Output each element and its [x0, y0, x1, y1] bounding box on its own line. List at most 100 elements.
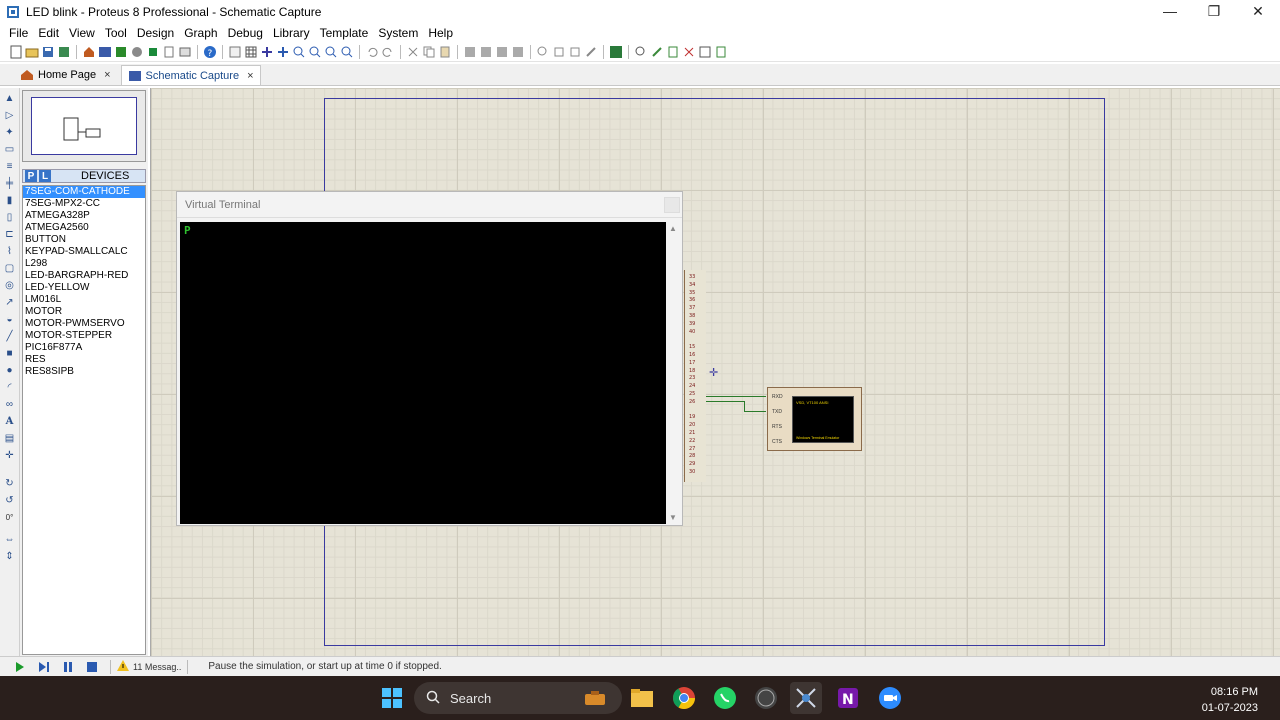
3d-view-icon[interactable]	[129, 44, 145, 60]
zoom-app-icon[interactable]	[874, 682, 906, 714]
tab-close-icon[interactable]: ×	[247, 70, 253, 82]
rotate-anticlockwise-icon[interactable]: ↺	[3, 493, 17, 507]
virtual-terminal-close-button[interactable]	[664, 197, 680, 213]
list-item[interactable]: PIC16F877A	[23, 342, 145, 354]
terminals-icon[interactable]: ▯	[3, 210, 17, 224]
junction-dot-icon[interactable]: ✦	[3, 125, 17, 139]
list-item[interactable]: LED-BARGRAPH-RED	[23, 270, 145, 282]
list-item[interactable]: RES	[23, 354, 145, 366]
grid-icon[interactable]	[243, 44, 259, 60]
zoom-area-icon[interactable]	[339, 44, 355, 60]
save-icon[interactable]	[40, 44, 56, 60]
text-icon[interactable]: A	[3, 414, 17, 428]
tab-schematic-capture[interactable]: Schematic Capture ×	[120, 65, 261, 85]
netlist-icon[interactable]	[697, 44, 713, 60]
virtual-terminal-window[interactable]: Virtual Terminal P ▲ ▼	[176, 191, 683, 526]
taskbar-clock[interactable]: 08:16 PM 01-07-2023	[1202, 684, 1258, 716]
schematic-icon[interactable]	[97, 44, 113, 60]
menu-graph[interactable]: Graph	[179, 26, 222, 40]
line-icon[interactable]: ╱	[3, 329, 17, 343]
undo-icon[interactable]	[364, 44, 380, 60]
zoom-in-icon[interactable]	[291, 44, 307, 60]
box-icon[interactable]: ■	[3, 346, 17, 360]
messages-count[interactable]: 11 Messag..	[133, 662, 181, 672]
selection-mode-icon[interactable]: ▲	[3, 91, 17, 105]
zoom-all-icon[interactable]	[323, 44, 339, 60]
mirror-x-icon[interactable]: ⇔	[3, 532, 17, 546]
rotate-clockwise-icon[interactable]: ↻	[3, 476, 17, 490]
wire-txd-end[interactable]	[744, 411, 766, 412]
windows-start-icon[interactable]	[376, 682, 408, 714]
menu-design[interactable]: Design	[132, 26, 179, 40]
save-all-icon[interactable]	[56, 44, 72, 60]
proteus-taskbar-icon[interactable]	[790, 682, 822, 714]
tab-close-icon[interactable]: ×	[104, 69, 110, 81]
menu-template[interactable]: Template	[315, 26, 374, 40]
marker-icon[interactable]: ✛	[3, 448, 17, 462]
play-icon[interactable]	[8, 658, 32, 676]
circle-icon[interactable]: ●	[3, 363, 17, 377]
close-button[interactable]: ✕	[1236, 0, 1280, 22]
menu-view[interactable]: View	[64, 26, 100, 40]
list-item[interactable]: RES8SIPB	[23, 366, 145, 378]
menu-debug[interactable]: Debug	[223, 26, 268, 40]
menu-file[interactable]: File	[4, 26, 33, 40]
text-script-icon[interactable]: ≡	[3, 159, 17, 173]
scroll-up-icon[interactable]: ▲	[669, 224, 677, 233]
buses-icon[interactable]: ╪	[3, 176, 17, 190]
list-item[interactable]: KEYPAD-SMALLCALC	[23, 246, 145, 258]
chrome-icon[interactable]	[668, 682, 700, 714]
new-file-icon[interactable]	[8, 44, 24, 60]
block-copy-icon[interactable]	[462, 44, 478, 60]
bom-icon[interactable]	[161, 44, 177, 60]
block-move-icon[interactable]	[478, 44, 494, 60]
list-item[interactable]: LED-YELLOW	[23, 282, 145, 294]
list-item[interactable]: 7SEG-COM-CATHODE	[23, 186, 145, 198]
library-manager-button[interactable]: L	[39, 170, 51, 182]
scroll-down-icon[interactable]: ▼	[669, 513, 677, 522]
menu-help[interactable]: Help	[423, 26, 458, 40]
graph-icon[interactable]: ⌇	[3, 244, 17, 258]
remove-sheet-icon[interactable]	[681, 44, 697, 60]
maximize-button[interactable]: ❐	[1192, 0, 1236, 22]
refresh-icon[interactable]	[227, 44, 243, 60]
pcb-icon[interactable]	[113, 44, 129, 60]
pick-device-button[interactable]: P	[25, 170, 37, 182]
symbol-icon[interactable]: ▤	[3, 431, 17, 445]
wire-rxd[interactable]	[706, 396, 766, 397]
generator-icon[interactable]: ◎	[3, 278, 17, 292]
redo-icon[interactable]	[380, 44, 396, 60]
list-item[interactable]: LM016L	[23, 294, 145, 306]
copy-icon[interactable]	[421, 44, 437, 60]
home-icon[interactable]	[81, 44, 97, 60]
search-tag-icon[interactable]	[633, 44, 649, 60]
menu-library[interactable]: Library	[268, 26, 315, 40]
menu-tool[interactable]: Tool	[100, 26, 132, 40]
minimize-button[interactable]: —	[1148, 0, 1192, 22]
pin-icon[interactable]: ⊏	[3, 227, 17, 241]
make-device-icon[interactable]	[551, 44, 567, 60]
design-explorer-icon[interactable]	[713, 44, 729, 60]
list-item[interactable]: MOTOR	[23, 306, 145, 318]
list-item[interactable]: BUTTON	[23, 234, 145, 246]
terminal-output[interactable]: P	[180, 222, 666, 524]
zoom-out-icon[interactable]	[307, 44, 323, 60]
terminal-scrollbar[interactable]: ▲ ▼	[666, 222, 680, 524]
pause-icon[interactable]	[56, 658, 80, 676]
app-icon[interactable]	[750, 682, 782, 714]
wire-txd-vertical[interactable]	[744, 401, 745, 411]
block-delete-icon[interactable]	[510, 44, 526, 60]
path-icon[interactable]: ∞	[3, 397, 17, 411]
menu-system[interactable]: System	[373, 26, 423, 40]
list-item[interactable]: L298	[23, 258, 145, 270]
subcircuit-icon[interactable]: ▮	[3, 193, 17, 207]
new-sheet-icon[interactable]	[665, 44, 681, 60]
onenote-icon[interactable]: N	[832, 682, 864, 714]
wire-autorouter-icon[interactable]	[608, 44, 624, 60]
list-item[interactable]: ATMEGA328P	[23, 210, 145, 222]
voltage-probe-icon[interactable]: ↗	[3, 295, 17, 309]
block-rotate-icon[interactable]	[494, 44, 510, 60]
tab-home-page[interactable]: Home Page ×	[14, 65, 117, 85]
wire-txd[interactable]	[706, 401, 744, 402]
taskbar-search[interactable]: Search	[414, 682, 622, 714]
